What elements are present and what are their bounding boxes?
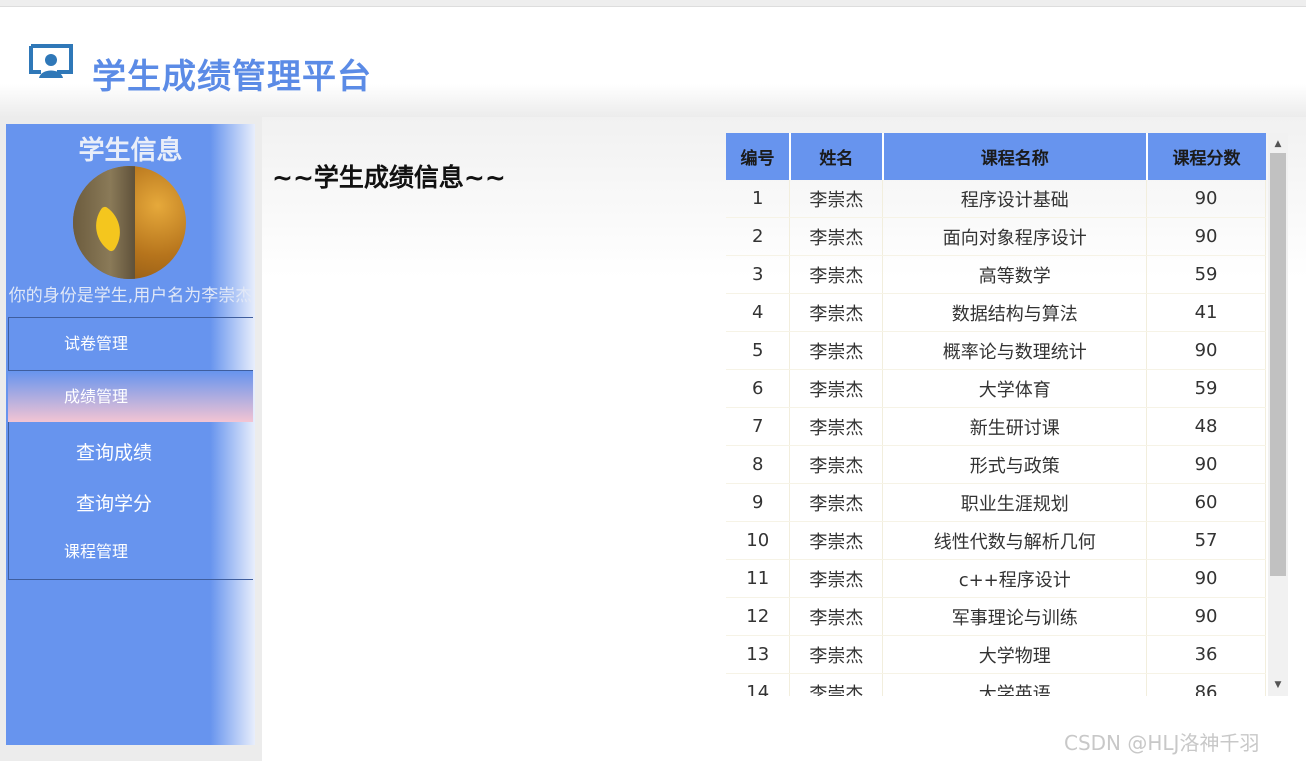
menu-item-exam-management[interactable]: 试卷管理 <box>8 317 253 369</box>
cell-name: 李崇杰 <box>789 673 884 696</box>
cell-id: 12 <box>726 597 791 636</box>
table-row[interactable]: 11 李崇杰 c++程序设计 90 <box>726 559 1266 598</box>
cell-name: 李崇杰 <box>789 521 884 560</box>
column-header-id[interactable]: 编号 <box>726 133 791 180</box>
watermark: CSDN @HLJ洛神千羽 <box>1064 731 1260 755</box>
cell-course: 大学体育 <box>882 369 1148 408</box>
grades-table: 编号 姓名 课程名称 课程分数 1 李崇杰 程序设计基础 90 2 李崇杰 面向对象程序设计… <box>726 133 1266 696</box>
app-header: 学生成绩管理平台 <box>0 7 1306 117</box>
cell-course: 职业生涯规划 <box>882 483 1148 522</box>
monitor-user-icon <box>29 44 73 78</box>
cell-course: 形式与政策 <box>882 445 1148 484</box>
cell-score: 48 <box>1146 407 1266 446</box>
table-header-row: 编号 姓名 课程名称 课程分数 <box>726 133 1266 180</box>
table-row[interactable]: 13 李崇杰 大学物理 36 <box>726 635 1266 674</box>
cell-course: 线性代数与解析几何 <box>882 521 1148 560</box>
cell-course: 概率论与数理统计 <box>882 331 1148 370</box>
cell-id: 14 <box>726 673 791 696</box>
cell-id: 6 <box>726 369 791 408</box>
menu-divider <box>8 579 253 580</box>
table-row[interactable]: 10 李崇杰 线性代数与解析几何 57 <box>726 521 1266 560</box>
table-row[interactable]: 6 李崇杰 大学体育 59 <box>726 369 1266 408</box>
cell-course: 军事理论与训练 <box>882 597 1148 636</box>
cell-name: 李崇杰 <box>789 559 884 598</box>
cell-course: 数据结构与算法 <box>882 293 1148 332</box>
cell-name: 李崇杰 <box>789 445 884 484</box>
cell-score: 36 <box>1146 635 1266 674</box>
cell-name: 李崇杰 <box>789 217 884 256</box>
cell-score: 90 <box>1146 217 1266 256</box>
app-title: 学生成绩管理平台 <box>92 57 372 97</box>
cell-id: 3 <box>726 255 791 294</box>
column-header-course[interactable]: 课程名称 <box>882 133 1148 180</box>
cell-course: 新生研讨课 <box>882 407 1148 446</box>
table-row[interactable]: 14 李崇杰 大学英语 86 <box>726 673 1266 696</box>
table-row[interactable]: 9 李崇杰 职业生涯规划 60 <box>726 483 1266 522</box>
sidebar-title: 学生信息 <box>78 136 183 166</box>
cell-id: 9 <box>726 483 791 522</box>
cell-id: 5 <box>726 331 791 370</box>
menu-item-grade-management[interactable]: 成绩管理 <box>8 370 253 422</box>
cell-score: 59 <box>1146 369 1266 408</box>
cell-course: c++程序设计 <box>882 559 1148 598</box>
cell-id: 8 <box>726 445 791 484</box>
submenu-item-query-credits[interactable]: 查询学分 <box>76 489 152 516</box>
cell-course: 程序设计基础 <box>882 180 1148 218</box>
cell-course: 面向对象程序设计 <box>882 217 1148 256</box>
page-heading: ~~学生成绩信息~~ <box>272 163 506 192</box>
menu-item-course-management[interactable]: 课程管理 <box>8 526 253 578</box>
column-header-name[interactable]: 姓名 <box>789 133 884 180</box>
table-row[interactable]: 7 李崇杰 新生研讨课 48 <box>726 407 1266 446</box>
cell-score: 90 <box>1146 331 1266 370</box>
cell-name: 李崇杰 <box>789 293 884 332</box>
cell-course: 高等数学 <box>882 255 1148 294</box>
table-row[interactable]: 3 李崇杰 高等数学 59 <box>726 255 1266 294</box>
scrollbar-thumb[interactable] <box>1270 153 1286 576</box>
cell-name: 李崇杰 <box>789 597 884 636</box>
cell-score: 57 <box>1146 521 1266 560</box>
cell-id: 1 <box>726 180 791 218</box>
cell-name: 李崇杰 <box>789 180 884 218</box>
cell-score: 86 <box>1146 673 1266 696</box>
cell-id: 7 <box>726 407 791 446</box>
cell-id: 2 <box>726 217 791 256</box>
cell-id: 4 <box>726 293 791 332</box>
sidebar: 学生信息 你的身份是学生,用户名为李崇杰 试卷管理 成绩管理 查询成绩 查询学分… <box>6 124 255 745</box>
cell-name: 李崇杰 <box>789 483 884 522</box>
cell-score: 90 <box>1146 445 1266 484</box>
table-row[interactable]: 4 李崇杰 数据结构与算法 41 <box>726 293 1266 332</box>
submenu-item-query-grades[interactable]: 查询成绩 <box>76 438 152 465</box>
scroll-down-arrow-icon[interactable]: ▼ <box>1268 676 1288 694</box>
scroll-up-arrow-icon[interactable]: ▲ <box>1268 135 1288 153</box>
table-row[interactable]: 12 李崇杰 军事理论与训练 90 <box>726 597 1266 636</box>
cell-name: 李崇杰 <box>789 407 884 446</box>
cell-score: 90 <box>1146 180 1266 218</box>
cell-course: 大学英语 <box>882 673 1148 696</box>
cell-score: 41 <box>1146 293 1266 332</box>
grades-table-container[interactable]: 编号 姓名 课程名称 课程分数 1 李崇杰 程序设计基础 90 2 李崇杰 面向对象程序设计… <box>726 133 1288 696</box>
cell-score: 90 <box>1146 597 1266 636</box>
table-row[interactable]: 5 李崇杰 概率论与数理统计 90 <box>726 331 1266 370</box>
avatar <box>73 166 186 279</box>
table-row[interactable]: 8 李崇杰 形式与政策 90 <box>726 445 1266 484</box>
table-row[interactable]: 1 李崇杰 程序设计基础 90 <box>726 180 1266 218</box>
cell-name: 李崇杰 <box>789 369 884 408</box>
cell-name: 李崇杰 <box>789 331 884 370</box>
table-row[interactable]: 2 李崇杰 面向对象程序设计 90 <box>726 217 1266 256</box>
user-identity-text: 你的身份是学生,用户名为李崇杰 <box>8 286 253 306</box>
cell-name: 李崇杰 <box>789 635 884 674</box>
cell-id: 10 <box>726 521 791 560</box>
cell-score: 59 <box>1146 255 1266 294</box>
cell-id: 13 <box>726 635 791 674</box>
cell-course: 大学物理 <box>882 635 1148 674</box>
table-scrollbar[interactable]: ▲ ▼ <box>1268 133 1288 696</box>
column-header-score[interactable]: 课程分数 <box>1146 133 1266 180</box>
top-border <box>0 0 1306 7</box>
cell-name: 李崇杰 <box>789 255 884 294</box>
cell-score: 60 <box>1146 483 1266 522</box>
cell-id: 11 <box>726 559 791 598</box>
cell-score: 90 <box>1146 559 1266 598</box>
